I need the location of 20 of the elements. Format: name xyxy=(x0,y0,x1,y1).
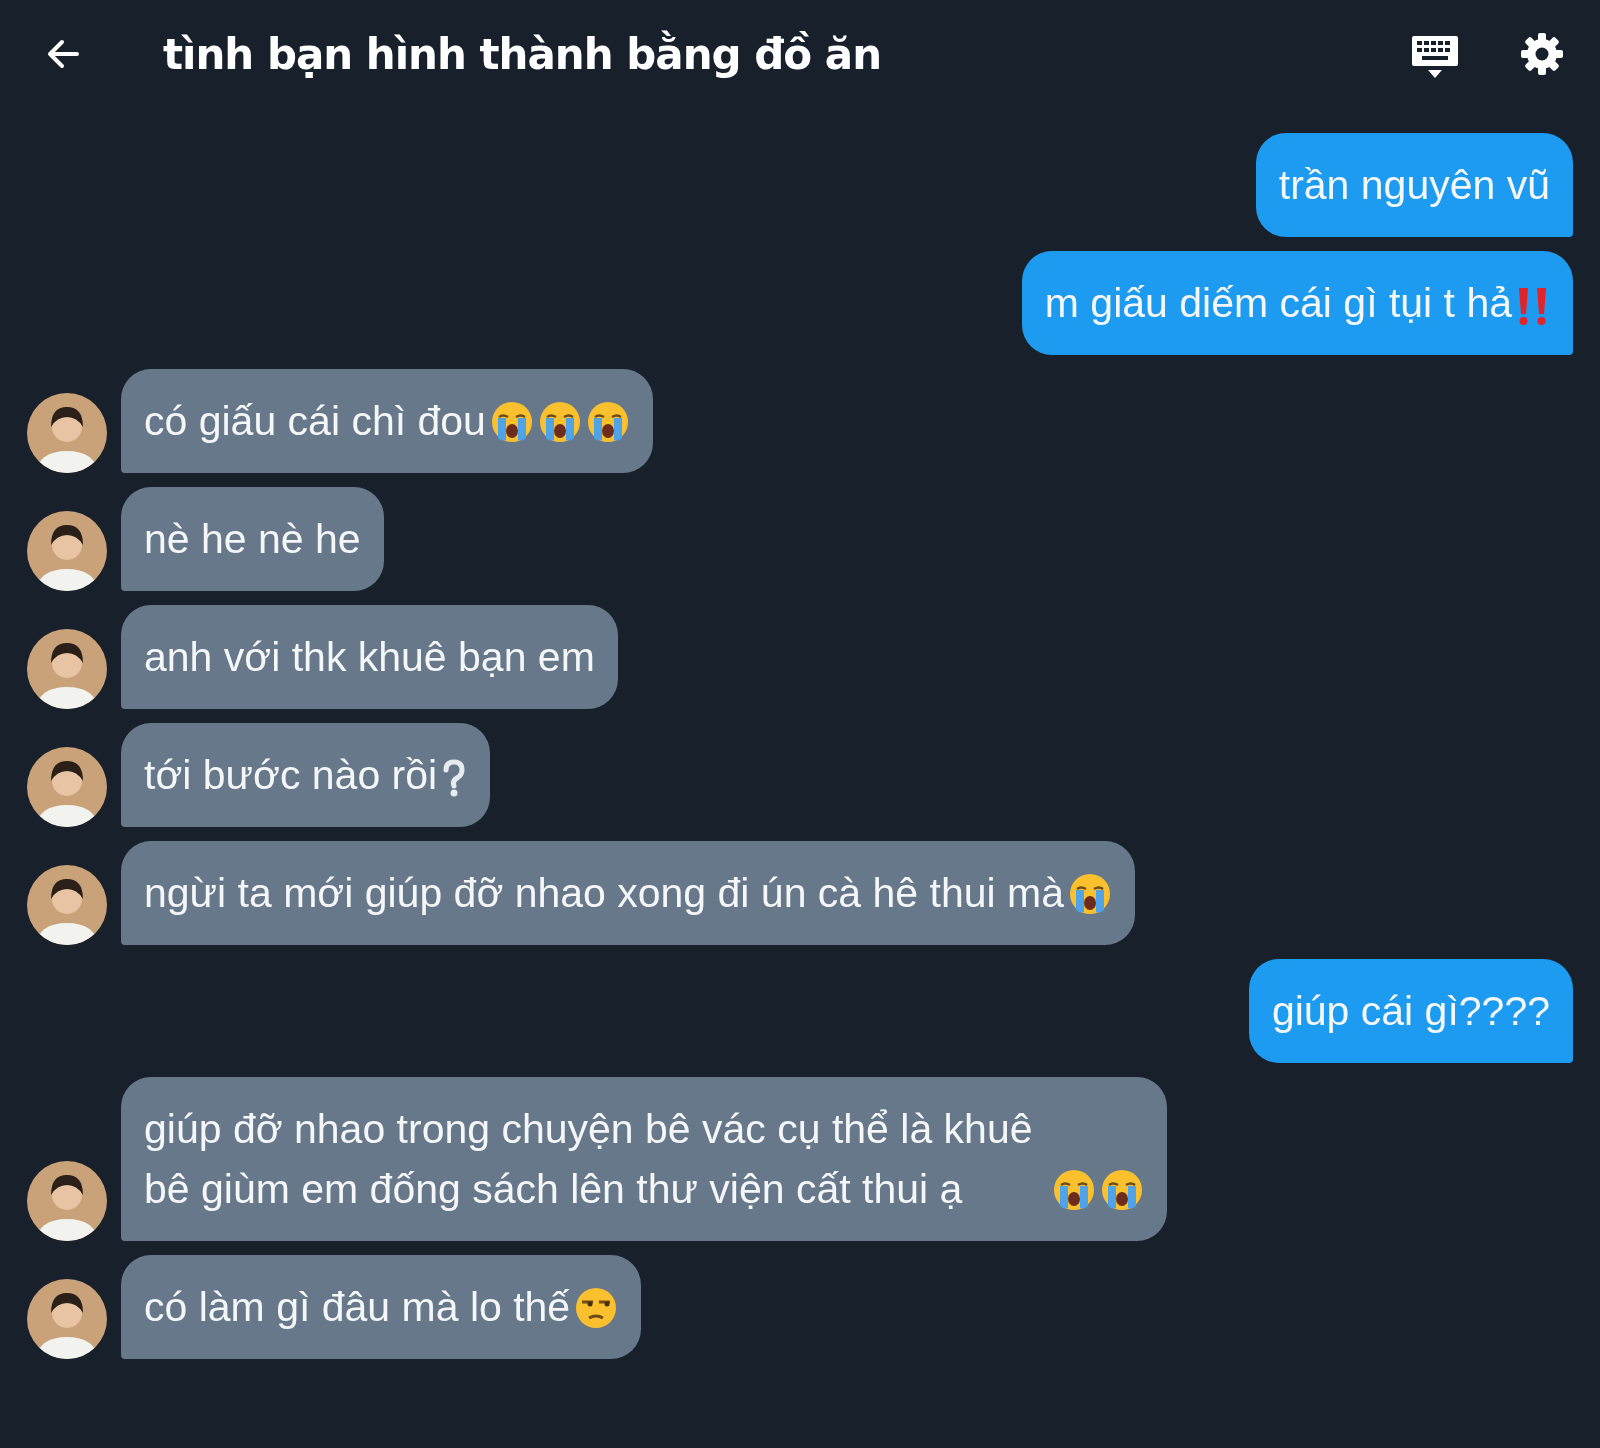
message-text: tới bước nào rồi xyxy=(144,751,438,800)
unamused-face-icon xyxy=(574,1286,619,1330)
crying-face-icon xyxy=(1052,1168,1096,1212)
message-text: nè he nè he xyxy=(144,515,361,564)
keyboard-icon[interactable] xyxy=(1411,34,1459,80)
crying-face-icon xyxy=(537,400,582,444)
message-text: m giấu diếm cái gì tụi t hả xyxy=(1044,279,1512,328)
chat-title: tình bạn hình thành bằng đồ ăn xyxy=(163,29,883,79)
message-text: giúp cái gì???? xyxy=(1271,987,1550,1036)
message-text: anh với thk khuê bạn em xyxy=(144,633,595,682)
message-text: ngừi ta mới giúp đỡ nhao xong đi ún cà hê thui mà xyxy=(144,869,1064,918)
message-text: trần nguyên vũ xyxy=(1278,161,1550,210)
crying-face-icon xyxy=(1068,872,1112,916)
crying-face-icon xyxy=(489,400,534,444)
message-text: giúp đỡ nhao trong chuyện bê vác cụ thể là khuê bê giùm em đống sách lên thư viện cất thui ạ xyxy=(144,1105,1034,1214)
crying-face-icon xyxy=(1100,1168,1144,1212)
settings-icon[interactable] xyxy=(1520,32,1564,76)
message-text: có giấu cái chì đou xyxy=(144,397,486,446)
message-text: có làm gì đâu mà lo thế xyxy=(144,1283,571,1332)
crying-face-icon xyxy=(585,400,630,444)
